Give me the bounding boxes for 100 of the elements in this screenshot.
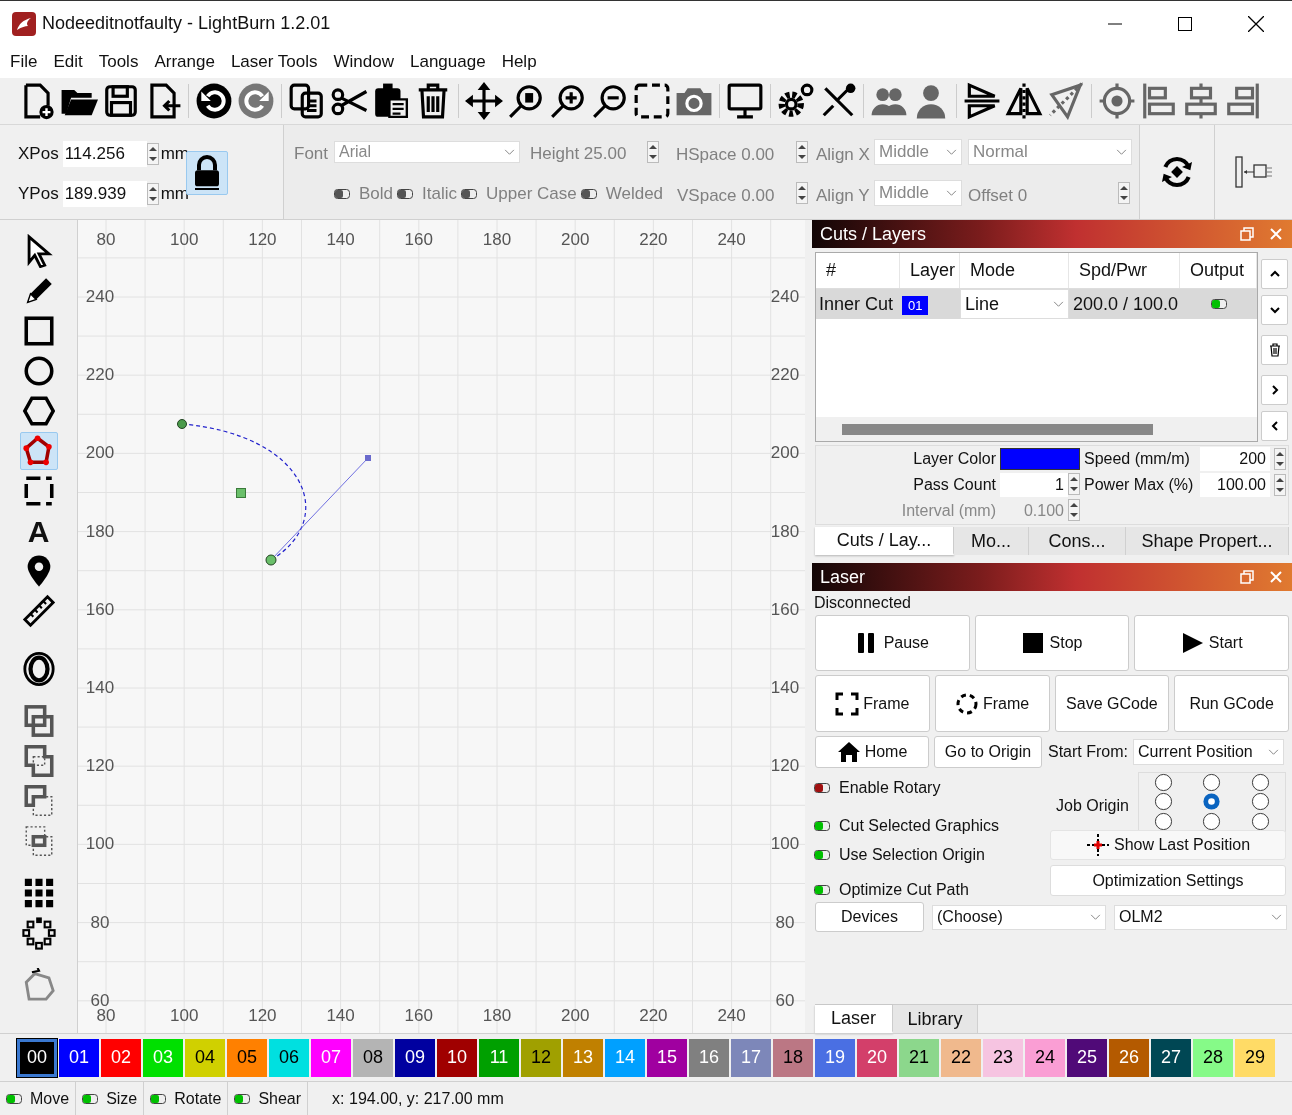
dashed-frame-icon[interactable] xyxy=(633,82,671,120)
align-right-icon[interactable] xyxy=(1224,82,1262,120)
layer-color-swatch[interactable] xyxy=(1000,448,1080,470)
panel-tab[interactable]: Cuts / Lay... xyxy=(815,527,954,555)
panel-tab[interactable]: Mo... xyxy=(954,527,1029,555)
frame-button[interactable]: Frame xyxy=(815,675,930,732)
color-swatch[interactable]: 01 xyxy=(59,1038,99,1077)
radio-button[interactable] xyxy=(1251,811,1271,831)
align-center-icon[interactable] xyxy=(1182,82,1220,120)
menu-item[interactable]: Language xyxy=(410,49,486,75)
color-swatch[interactable]: 19 xyxy=(815,1038,855,1077)
toggle-switch[interactable] xyxy=(234,1093,251,1104)
zoom-in-icon[interactable] xyxy=(549,82,587,120)
menu-item[interactable]: Laser Tools xyxy=(230,49,318,75)
number-field[interactable]: 189.939 xyxy=(62,181,147,207)
go-to-origin-button[interactable]: Go to Origin xyxy=(934,736,1042,768)
save-icon[interactable] xyxy=(102,82,140,120)
mirror-icon[interactable] xyxy=(1005,82,1043,120)
copy-icon[interactable] xyxy=(288,82,326,120)
color-swatch[interactable]: 29 xyxy=(1235,1038,1275,1077)
down-chevron-button[interactable] xyxy=(1261,295,1288,325)
number-field[interactable]: 114.256 xyxy=(62,141,147,167)
number-field[interactable]: 1 xyxy=(1000,473,1068,497)
column-header[interactable]: Spd/Pwr xyxy=(1069,253,1180,288)
panel-tab[interactable]: Cons... xyxy=(1029,527,1126,555)
menu-item[interactable]: Arrange xyxy=(154,49,215,75)
tool-button[interactable] xyxy=(19,432,58,470)
device-dropdown[interactable]: OLM2 xyxy=(1114,904,1287,930)
pause-button[interactable]: Pause xyxy=(815,615,970,671)
zoom-out-icon[interactable] xyxy=(591,82,629,120)
toggle-switch[interactable] xyxy=(6,1093,22,1104)
move-icon[interactable] xyxy=(465,82,503,120)
color-swatch[interactable]: 28 xyxy=(1193,1038,1233,1077)
toggle-switch[interactable] xyxy=(814,885,830,895)
radio-button[interactable] xyxy=(1153,792,1173,812)
color-swatch[interactable]: 08 xyxy=(353,1038,393,1077)
left-chevron-button[interactable] xyxy=(1261,411,1288,441)
radio-button[interactable] xyxy=(1153,773,1173,793)
color-swatch[interactable]: 16 xyxy=(689,1038,729,1077)
color-swatch[interactable]: 04 xyxy=(185,1038,225,1077)
color-swatch[interactable]: 27 xyxy=(1151,1038,1191,1077)
float-icon[interactable] xyxy=(1240,570,1254,584)
color-swatch[interactable]: 05 xyxy=(227,1038,267,1077)
column-header[interactable]: Layer xyxy=(900,253,960,288)
stop-button[interactable]: Stop xyxy=(974,615,1130,671)
right-chevron-button[interactable] xyxy=(1261,375,1288,405)
maximize-icon[interactable] xyxy=(1178,16,1192,31)
tool-button[interactable] xyxy=(19,914,58,952)
laser-button[interactable]: Run GCode xyxy=(1174,675,1289,732)
align-left-icon[interactable] xyxy=(1140,82,1178,120)
start-button[interactable]: Start xyxy=(1134,615,1289,671)
zoom-page-icon[interactable] xyxy=(507,82,545,120)
close-icon[interactable] xyxy=(1248,15,1264,32)
text-tool-button[interactable]: A xyxy=(19,512,58,550)
toggle-switch[interactable] xyxy=(814,821,830,831)
toggle-switch[interactable] xyxy=(82,1093,99,1104)
start-from-dropdown[interactable]: Current Position xyxy=(1133,739,1284,765)
color-swatch[interactable]: 25 xyxy=(1067,1038,1107,1077)
up-chevron-button[interactable] xyxy=(1261,259,1288,289)
devices-button[interactable]: Devices xyxy=(815,902,924,932)
color-swatch[interactable]: 26 xyxy=(1109,1038,1149,1077)
align-to-edge-icon[interactable] xyxy=(1233,155,1274,189)
spinner-arrows-icon[interactable] xyxy=(1068,499,1080,521)
color-swatch[interactable]: 20 xyxy=(857,1038,897,1077)
show-last-position-button[interactable]: Show Last Position xyxy=(1050,830,1286,860)
table-row[interactable]: Inner Cut 01 Line 200.0 / 100.0 xyxy=(816,289,1257,319)
color-swatch[interactable]: 09 xyxy=(395,1038,435,1077)
menu-item[interactable]: Window xyxy=(333,49,394,75)
home-button[interactable]: Home xyxy=(815,736,929,768)
optimization-settings-button[interactable]: Optimization Settings xyxy=(1050,865,1286,896)
number-field[interactable]: 100.00 xyxy=(1200,473,1270,497)
device-choice-dropdown[interactable]: (Choose) xyxy=(932,904,1106,930)
spinner-arrows-icon[interactable] xyxy=(1068,473,1080,495)
spinner-arrows-icon[interactable] xyxy=(1274,474,1286,496)
laser-button[interactable]: Save GCode xyxy=(1054,675,1170,732)
redo-icon[interactable] xyxy=(237,82,275,120)
undo-icon[interactable] xyxy=(195,82,233,120)
panel-tab[interactable]: Shape Propert... xyxy=(1126,527,1289,555)
scrollbar-thumb[interactable] xyxy=(842,423,1153,435)
mode-dropdown[interactable]: Line xyxy=(960,289,1069,319)
menu-item[interactable]: Tools xyxy=(98,49,139,75)
toggle-switch[interactable] xyxy=(814,850,830,860)
color-swatch[interactable]: 00 xyxy=(17,1038,57,1077)
gear-icon[interactable] xyxy=(777,82,815,120)
spinner-arrows-icon[interactable] xyxy=(1274,448,1286,470)
radio-button[interactable] xyxy=(1202,773,1222,793)
menu-item[interactable]: File xyxy=(10,49,38,75)
toggle-switch[interactable] xyxy=(150,1093,167,1104)
column-header[interactable]: Output xyxy=(1180,253,1257,288)
spinner-arrows-icon[interactable] xyxy=(146,142,159,165)
color-swatch[interactable]: 12 xyxy=(521,1038,561,1077)
color-swatch[interactable]: 24 xyxy=(1025,1038,1065,1077)
radio-button[interactable] xyxy=(1153,811,1173,831)
float-icon[interactable] xyxy=(1240,227,1254,241)
panel-tab[interactable]: Laser xyxy=(815,1005,893,1033)
target-icon[interactable] xyxy=(1098,82,1136,120)
color-swatch[interactable]: 18 xyxy=(773,1038,813,1077)
color-swatch[interactable]: 06 xyxy=(269,1038,309,1077)
color-swatch[interactable]: 15 xyxy=(647,1038,687,1077)
trash-button[interactable] xyxy=(1261,335,1288,365)
